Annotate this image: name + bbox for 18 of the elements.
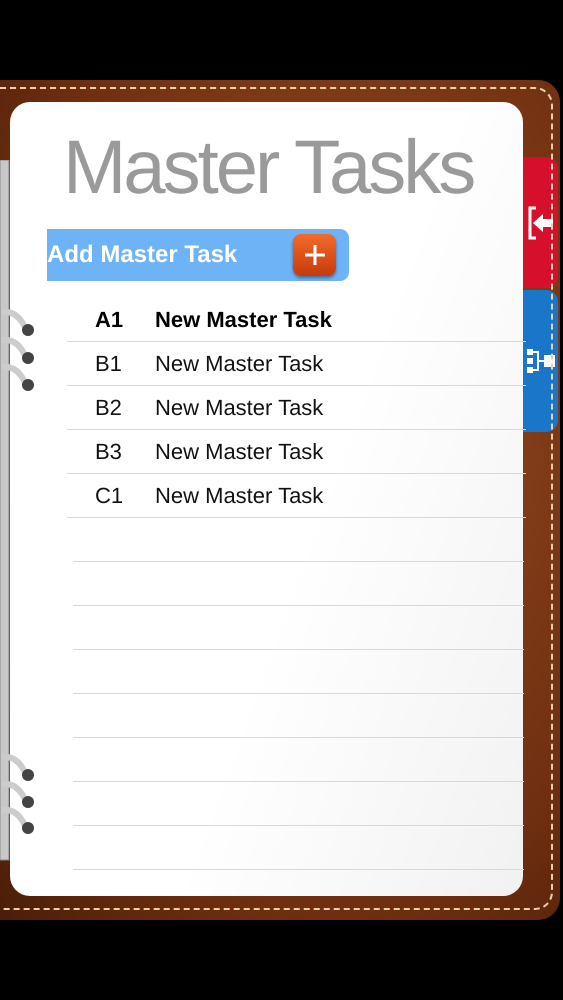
side-tab[interactable] [523, 157, 558, 288]
task-row[interactable]: C1 New Master Task [67, 474, 526, 518]
task-code: B3 [94, 438, 123, 464]
exit-door-icon [526, 206, 554, 240]
task-name: New Master Task [155, 306, 332, 332]
task-code: B2 [94, 394, 123, 420]
task-row[interactable]: B3 New Master Task [67, 430, 526, 474]
task-name: New Master Task [155, 394, 324, 420]
task-code: B1 [94, 350, 123, 376]
side-tab[interactable] [523, 290, 558, 432]
task-name: New Master Task [155, 482, 324, 508]
task-code: A1 [94, 306, 124, 332]
task-name: New Master Task [155, 350, 324, 376]
task-code: C1 [94, 482, 124, 508]
page-title: Master Tasks [62, 124, 474, 207]
plus-icon [293, 234, 336, 276]
task-name: New Master Task [155, 438, 324, 464]
hierarchy-icon [526, 347, 556, 375]
